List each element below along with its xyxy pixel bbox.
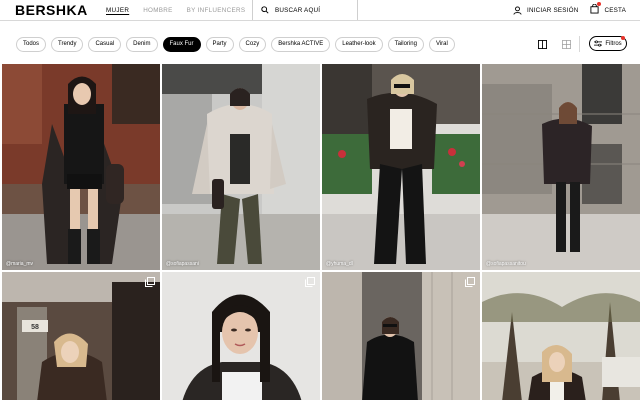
influencer-grid: @maria_mv @sofiapassani @yhuma_dl @sofia…	[2, 64, 640, 400]
chip-viral[interactable]: Viral	[428, 36, 455, 52]
view-toggles	[536, 38, 572, 50]
nav-item-hombre[interactable]: HOMBRE	[143, 7, 172, 14]
search-icon	[261, 6, 269, 14]
cart-notification-dot	[597, 2, 602, 6]
outfit-photo-1[interactable]: @maria_mv	[2, 64, 160, 270]
chip-denim[interactable]: Denim	[126, 36, 158, 52]
photo-woman-black-leather-jacket-columns	[322, 272, 480, 400]
top-header: BERSHKA MUJER HOMBRE BY INFLUENCERS BUSC…	[0, 0, 640, 21]
svg-text:58: 58	[31, 324, 39, 331]
cart-icon	[590, 2, 602, 16]
photo-blonde-woman-tree-street	[482, 272, 640, 400]
chip-faux-fur[interactable]: Faux Fur	[162, 36, 201, 52]
two-column-view-icon[interactable]	[536, 38, 548, 50]
outfit-photo-5[interactable]: 58	[2, 272, 160, 400]
outfit-photo-6[interactable]	[162, 272, 320, 400]
chip-cozy[interactable]: Cozy	[238, 36, 267, 52]
filters-notification-dot	[621, 36, 625, 40]
multiple-images-icon	[145, 277, 155, 287]
chip-casual[interactable]: Casual	[88, 36, 122, 52]
login-label: INICIAR SESIÓN	[527, 6, 579, 14]
photo-blonde-woman-brown-fur: 58	[2, 272, 160, 400]
outfit-photo-8[interactable]	[482, 272, 640, 400]
chip-todos[interactable]: Todos	[16, 36, 47, 52]
filters-button[interactable]: Filtros	[589, 36, 627, 51]
influencer-handle[interactable]: @maria_mv	[6, 261, 33, 267]
four-column-view-icon[interactable]	[560, 38, 572, 50]
outfit-photo-2[interactable]: @sofiapassani	[162, 64, 320, 270]
search-label: BUSCAR AQUÍ	[275, 6, 321, 14]
multiple-images-icon	[465, 277, 475, 287]
photo-woman-white-faux-fur	[162, 64, 320, 270]
cart-button[interactable]: CESTA	[590, 2, 626, 16]
photo-woman-portrait-black-fur	[162, 272, 320, 400]
outfit-photo-7[interactable]	[322, 272, 480, 400]
chip-trendy[interactable]: Trendy	[51, 36, 84, 52]
influencer-handle[interactable]: @sofiapassani	[166, 261, 199, 267]
sliders-icon	[594, 40, 603, 47]
gender-nav: MUJER HOMBRE BY INFLUENCERS	[100, 0, 248, 20]
nav-item-by-influencers[interactable]: BY INFLUENCERS	[187, 7, 246, 14]
user-icon	[513, 5, 522, 15]
photo-woman-dark-fur-black-jeans	[322, 64, 480, 270]
search-box[interactable]: BUSCAR AQUÍ	[252, 0, 358, 20]
cart-label: CESTA	[604, 6, 626, 14]
chip-bershka-active[interactable]: Bershka ACTIVE	[271, 36, 331, 52]
login-button[interactable]: INICIAR SESIÓN	[513, 5, 579, 15]
nav-item-mujer[interactable]: MUJER	[106, 7, 129, 14]
outfit-photo-4[interactable]: @sofiapassanitou	[482, 64, 640, 270]
multiple-images-icon	[305, 277, 315, 287]
divider	[579, 36, 580, 52]
photo-woman-dark-fur-street	[482, 64, 640, 270]
brand-logo[interactable]: BERSHKA	[0, 0, 100, 20]
filters-label: Filtros	[605, 40, 622, 47]
influencer-handle[interactable]: @yhuma_dl	[326, 261, 353, 267]
outfit-photo-3[interactable]: @yhuma_dl	[322, 64, 480, 270]
photo-woman-black-leather-coat	[2, 64, 160, 270]
chip-tailoring[interactable]: Tailoring	[387, 36, 424, 52]
influencer-handle[interactable]: @sofiapassanitou	[486, 261, 526, 267]
chip-leather-look[interactable]: Leather-look	[335, 36, 383, 52]
chip-party[interactable]: Party	[205, 36, 234, 52]
header-actions: INICIAR SESIÓN CESTA	[513, 0, 640, 20]
